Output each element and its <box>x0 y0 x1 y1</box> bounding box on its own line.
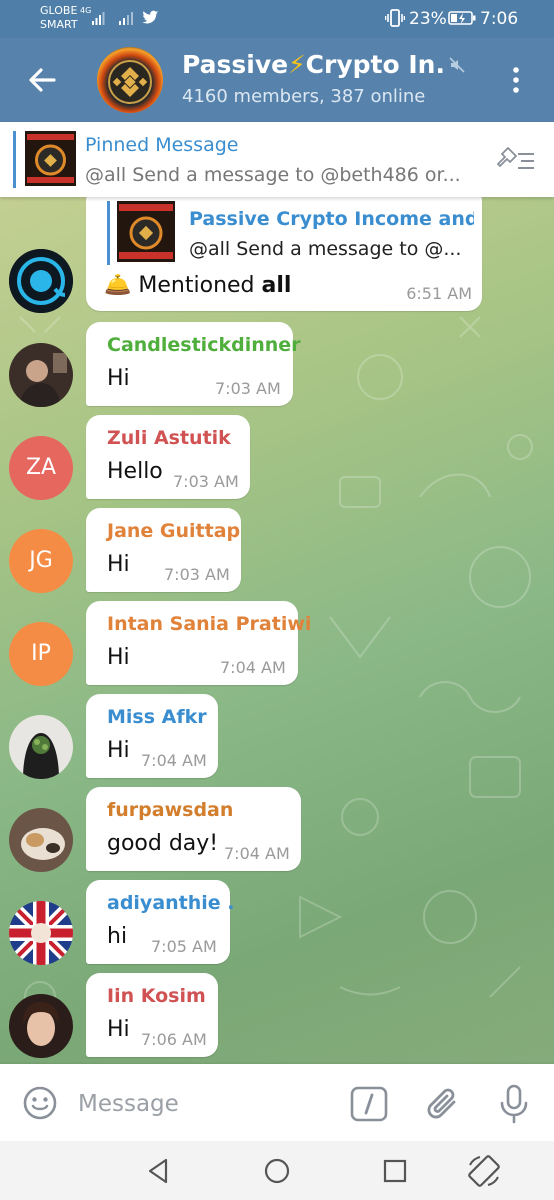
network-type: 4G <box>80 6 92 15</box>
chat-background: Passive Crypto Income and... @all Send a… <box>0 197 554 1064</box>
more-vertical-icon[interactable] <box>510 66 522 94</box>
group-title[interactable]: Passive⚡Crypto In... <box>182 50 444 79</box>
message-time: 7:04 AM <box>220 658 286 677</box>
message-time: 7:06 AM <box>141 1030 207 1049</box>
sender-name[interactable]: Intan Sania Pratiwi <box>107 613 311 635</box>
unpin-icon[interactable] <box>494 144 536 174</box>
avatar-initials[interactable]: ZA <box>9 436 73 500</box>
message-bubble[interactable]: furpawsdan good day! 7:04 AM <box>86 787 301 871</box>
message-bubble[interactable]: Intan Sania Pratiwi Hi 7:04 AM <box>86 601 311 685</box>
reply-thumbnail <box>117 201 175 262</box>
pinned-text: @all Send a message to @beth486 or... <box>85 164 461 186</box>
message-time: 7:03 AM <box>215 379 281 398</box>
message-bubble[interactable]: Zuli Astutik Hello 7:03 AM <box>86 415 250 499</box>
nav-home-icon[interactable] <box>263 1157 291 1185</box>
avatar-miss-afkr[interactable] <box>9 715 73 779</box>
signal-strength-icon <box>92 12 105 25</box>
message-time: 7:05 AM <box>151 937 217 956</box>
sender-name[interactable]: Jane Guittap <box>107 520 240 542</box>
status-time: 7:06 <box>480 9 519 29</box>
sender-name[interactable]: Zuli Astutik <box>107 427 231 449</box>
avatar-initials-text: JG <box>29 548 53 573</box>
message-bubble[interactable]: Jane Guittap Hi 7:03 AM <box>86 508 241 592</box>
avatar-bot[interactable] <box>9 249 73 313</box>
bell-emoji-icon: 🛎️ <box>104 273 132 298</box>
avatar-furpawsdan[interactable] <box>9 808 73 872</box>
sender-name[interactable]: Candlestickdinner <box>107 334 301 356</box>
sender-name[interactable]: furpawsdan <box>107 799 233 821</box>
paperclip-icon[interactable] <box>424 1084 462 1124</box>
message-time: 7:03 AM <box>173 472 239 491</box>
group-title-part1: Passive <box>182 50 289 79</box>
message-bubble[interactable]: Iin Kosim Hi 7:06 AM <box>86 973 218 1057</box>
message-text: Hi <box>107 1017 130 1042</box>
message-time: 6:51 AM <box>406 284 472 303</box>
vibrate-icon <box>385 9 405 27</box>
carrier-globe: GLOBE <box>40 4 78 17</box>
pinned-message-bar[interactable]: Pinned Message @all Send a message to @b… <box>0 122 554 197</box>
group-title-part2: Crypto In... <box>305 50 444 79</box>
chat-header: Passive⚡Crypto In... 4160 members, 387 o… <box>0 38 554 122</box>
mention-line: 🛎️ Mentioned all <box>104 273 291 298</box>
twitter-notification-icon <box>142 10 159 24</box>
battery-percent: 23% <box>409 9 447 29</box>
avatar-initials[interactable]: JG <box>9 529 73 593</box>
message-input[interactable] <box>76 1088 330 1120</box>
message-text: good day! <box>107 831 219 856</box>
message-bubble[interactable]: Miss Afkr Hi 7:04 AM <box>86 694 218 778</box>
bot-command-icon[interactable] <box>350 1086 388 1122</box>
avatar-uk-flag[interactable] <box>9 901 73 965</box>
avatar-initials-text: IP <box>31 641 51 666</box>
member-count: 4160 members, 387 online <box>182 86 426 107</box>
avatar-iin-kosim[interactable] <box>9 994 73 1058</box>
sender-name[interactable]: Miss Afkr <box>107 706 207 728</box>
forwarded-message-bubble[interactable]: Passive Crypto Income and... @all Send a… <box>86 197 482 311</box>
message-text: Hi <box>107 552 130 577</box>
group-avatar[interactable] <box>97 47 163 113</box>
avatar-initials-text: ZA <box>25 455 57 480</box>
pinned-thumbnail <box>25 131 76 186</box>
message-text: hi <box>107 924 128 949</box>
reply-title: Passive Crypto Income and... <box>189 208 474 230</box>
message-time: 7:03 AM <box>164 565 230 584</box>
avatar-initials[interactable]: IP <box>9 622 73 686</box>
mention-target: all <box>261 273 292 298</box>
carrier-names: GLOBE SMART <box>40 4 78 32</box>
message-text: Hi <box>107 366 130 391</box>
muted-speaker-icon <box>449 57 465 73</box>
message-text: Hi <box>107 645 130 670</box>
back-arrow-icon[interactable] <box>26 64 58 96</box>
nav-recent-apps-icon[interactable] <box>381 1157 409 1185</box>
reply-accent-line <box>107 201 110 265</box>
lightning-emoji: ⚡ <box>288 50 306 79</box>
emoji-icon[interactable] <box>22 1085 58 1121</box>
signal-strength-2-icon <box>119 12 133 25</box>
avatar-candlestickdinner[interactable] <box>9 343 73 407</box>
rotate-screen-icon[interactable] <box>466 1153 502 1189</box>
message-time: 7:04 AM <box>224 844 290 863</box>
message-time: 7:04 AM <box>141 751 207 770</box>
binance-logo-icon <box>108 60 152 104</box>
status-bar: GLOBE SMART 4G 23% 7:06 <box>0 0 554 38</box>
message-bubble[interactable]: Candlestickdinner Hi 7:03 AM <box>86 322 301 406</box>
pinned-label: Pinned Message <box>85 134 239 156</box>
nav-back-icon[interactable] <box>144 1157 172 1185</box>
message-bubble[interactable]: adiyanthie . hi 7:05 AM <box>86 880 235 964</box>
battery-icon <box>448 11 476 25</box>
mention-prefix: Mentioned <box>138 273 262 298</box>
message-text: Hi <box>107 738 130 763</box>
microphone-icon[interactable] <box>496 1083 532 1125</box>
message-text: Hello <box>107 459 163 484</box>
sender-name[interactable]: adiyanthie . <box>107 892 235 914</box>
sender-name[interactable]: Iin Kosim <box>107 985 206 1007</box>
message-composer <box>0 1064 554 1141</box>
system-nav-bar <box>0 1141 554 1200</box>
reply-text: @all Send a message to @... <box>189 238 462 260</box>
pinned-accent-line <box>13 131 16 188</box>
carrier-smart: SMART <box>40 18 78 31</box>
